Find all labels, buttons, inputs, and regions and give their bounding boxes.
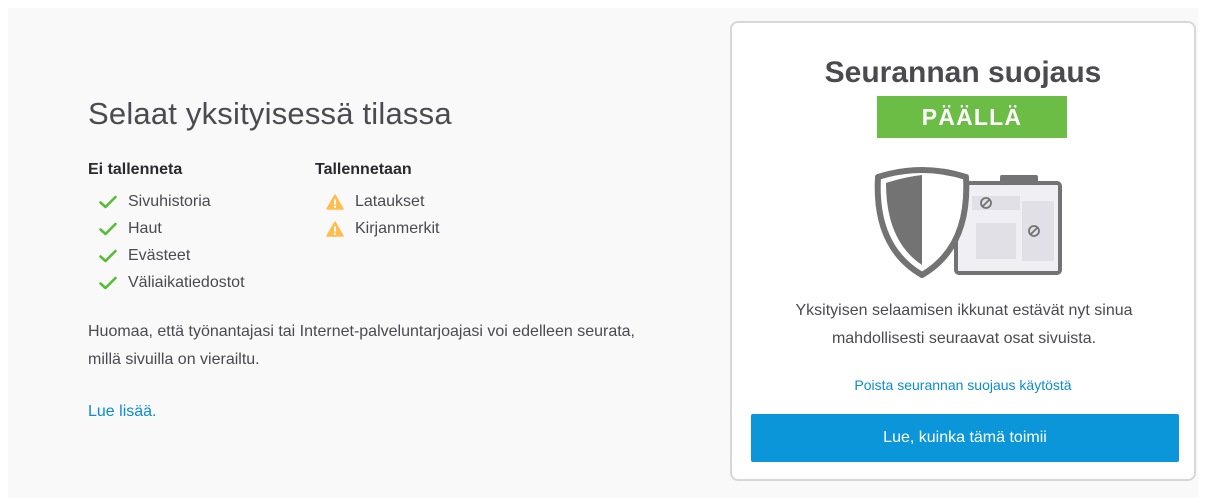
page-title: Selaat yksityisessä tilassa — [88, 96, 452, 131]
list-item: Väliaikatiedostot — [88, 269, 245, 296]
tracking-notice: Huomaa, että työnantajasi tai Internet-p… — [88, 323, 635, 368]
list-item-label: Kirjanmerkit — [355, 219, 440, 237]
status-badge: PÄÄLLÄ — [877, 96, 1067, 138]
how-it-works-button[interactable]: Lue, kuinka tämä toimii — [751, 414, 1179, 462]
list-item-label: Sivuhistoria — [128, 192, 211, 210]
list-item-label: Lataukset — [355, 192, 425, 210]
list-item: Lataukset — [315, 188, 439, 215]
checkmark-icon — [98, 193, 118, 211]
list-item-label: Haut — [128, 219, 162, 237]
list-item: Sivuhistoria — [88, 188, 245, 215]
list-item: Haut — [88, 215, 245, 242]
list-item-label: Väliaikatiedostot — [128, 273, 245, 291]
warning-icon — [325, 220, 345, 238]
checkmark-icon — [98, 220, 118, 238]
list-item: Kirjanmerkit — [315, 215, 439, 242]
warning-icon — [325, 193, 345, 211]
checkmark-icon — [98, 247, 118, 265]
card-title: Seurannan suojaus — [824, 56, 1102, 89]
list-item-label: Evästeet — [128, 246, 191, 264]
saved-heading: Tallennetaan — [315, 161, 412, 178]
private-info-section: Selaat yksityisessä tilassa Ei tallennet… — [88, 94, 688, 420]
saved-column: Tallennetaan Lataukset Kirjanmerkit — [315, 160, 439, 242]
shield-blocked-content-icon — [872, 161, 1072, 286]
learn-more-link[interactable]: Lue lisää. — [88, 403, 157, 421]
not-saved-heading: Ei tallenneta — [88, 161, 183, 178]
checkmark-icon — [98, 274, 118, 292]
private-browsing-page: Selaat yksityisessä tilassa Ei tallennet… — [8, 8, 1198, 498]
not-saved-column: Ei tallenneta Sivuhistoria Haut Evästeet… — [88, 160, 245, 296]
list-item: Evästeet — [88, 242, 245, 269]
tracking-description: Yksityisen selaamisen ikkunat estävät ny… — [795, 302, 1133, 347]
disable-tracking-protection-link[interactable]: Poista seurannan suojaus käytöstä — [732, 377, 1194, 393]
tracking-protection-card: Seurannan suojaus PÄÄLLÄ Yksityisen sela… — [730, 21, 1196, 481]
